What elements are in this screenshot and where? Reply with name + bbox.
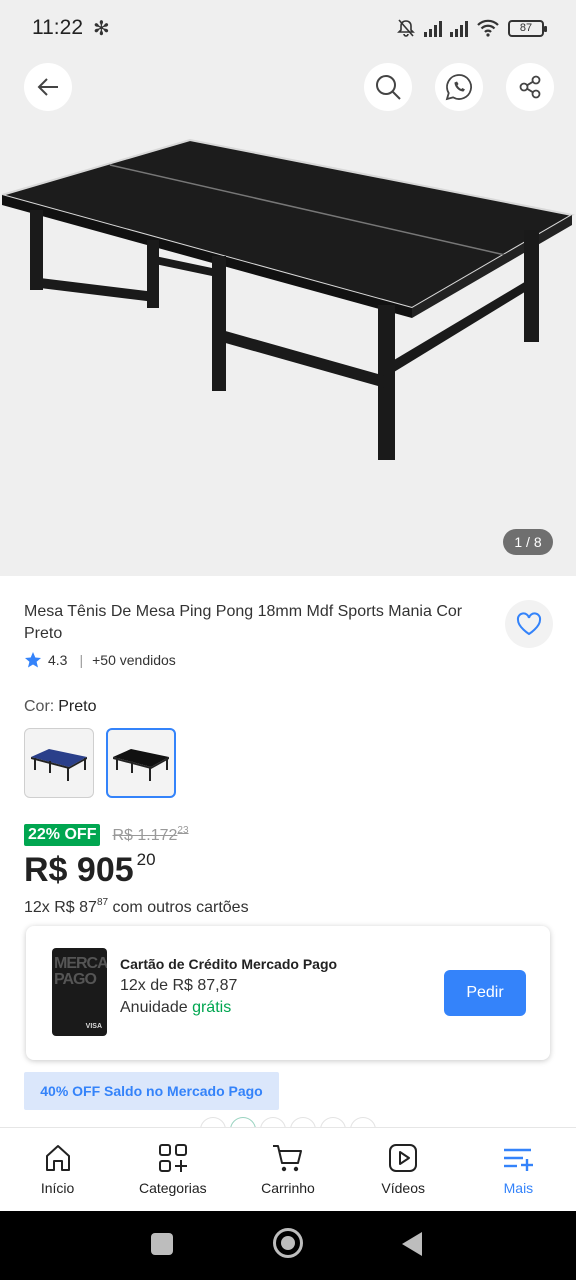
old-price-cents: 23 [177,825,189,836]
color-selector-label: Cor: Preto [24,698,96,716]
back-triangle-icon[interactable] [402,1232,422,1256]
discount-badge: 22% OFF [24,824,101,846]
signal-icon [424,19,442,37]
fee-value: grátis [192,999,232,1016]
price-cents: 20 [136,850,156,869]
bottom-nav: Início Categorias Carrinho Vídeos Mais [0,1127,576,1211]
credit-card-fee: Anuidade grátis [120,999,337,1017]
color-option-black[interactable] [106,728,176,798]
installments: 12x R$ 8787 com outros cartões [24,897,249,917]
credit-card-title: Cartão de Crédito Mercado Pago [120,956,338,972]
favorite-button[interactable] [505,600,553,648]
order-card-button[interactable]: Pedir [444,970,526,1016]
nav-item-carrinho[interactable]: Carrinho [230,1128,345,1211]
fee-label: Anuidade [120,999,188,1016]
old-price: R$ 1.17223 [112,825,188,845]
nav-label: Início [40,1180,75,1196]
recent-apps-icon[interactable] [151,1233,173,1255]
fan-icon: ✻ [93,17,110,40]
card-brand: MERCADO PAGO [54,955,107,988]
price-main: R$ 905 [24,851,134,889]
star-icon [25,652,41,668]
home-icon [45,1145,70,1171]
product-gallery[interactable]: 1 / 8 [0,56,576,576]
credit-card-text: Cartão de Crédito Mercado Pago 12x de R$… [120,956,337,1017]
product-image [1,138,575,460]
nav-label: Categorias [138,1180,207,1196]
mute-icon [397,19,415,37]
status-time: 11:22 [32,16,83,39]
categories-icon [158,1144,187,1172]
nav-label: Carrinho [261,1180,315,1196]
sold-count: +50 vendidos [92,652,176,668]
menu-plus-icon [504,1148,534,1171]
saldo-promo-badge: 40% OFF Saldo no Mercado Pago [24,1072,279,1110]
rating-score: 4.3 [48,652,68,668]
old-price-main: R$ 1.172 [112,827,178,844]
status-icons: 87 [396,18,547,38]
status-bar: 11:22 ✻ 87 [0,0,576,56]
system-nav-bar [0,1211,576,1280]
home-button-icon[interactable] [273,1228,303,1258]
installments-suffix: com outros cartões [112,899,249,916]
card-network: VISA [85,1023,102,1030]
rating-row[interactable]: 4.3 | +50 vendidos [24,650,176,670]
nav-item-videos[interactable]: Vídeos [346,1128,461,1211]
battery-icon: 87 [508,19,547,37]
color-label: Cor: [24,698,55,715]
nav-item-categorias[interactable]: Categorias [115,1128,230,1211]
video-icon [389,1144,418,1172]
table-thumbnail [31,749,87,781]
nav-label: Vídeos [381,1180,425,1196]
image-counter: 1 / 8 [503,529,553,555]
nav-label: Mais [503,1180,534,1196]
credit-card-installments: 12x de R$ 87,87 [120,977,238,994]
table-thumbnail [113,749,169,781]
credit-card-offer: MERCADO PAGO VISA Cartão de Crédito Merc… [26,926,550,1060]
nav-item-inicio[interactable]: Início [0,1128,115,1211]
discount-row: 22% OFF R$ 1.17223 [24,823,189,847]
installments-cents: 87 [96,897,109,908]
color-option-blue[interactable] [24,728,94,798]
color-value: Preto [58,698,97,715]
screen: 11:22 ✻ 87 1 / 8 Mesa Tênis De Mesa Ping… [0,0,576,1280]
product-title: Mesa Tênis De Mesa Ping Pong 18mm Mdf Sp… [24,603,463,642]
price: R$ 905 20 [24,850,156,890]
credit-card-image: MERCADO PAGO VISA [52,948,107,1036]
nav-item-mais[interactable]: Mais [461,1128,576,1211]
installments-main: 12x R$ 87 [24,899,97,916]
signal-icon [450,19,468,37]
divider: | [79,652,84,668]
wifi-icon [477,19,499,37]
cart-icon [273,1145,302,1172]
heart-icon [516,612,542,636]
